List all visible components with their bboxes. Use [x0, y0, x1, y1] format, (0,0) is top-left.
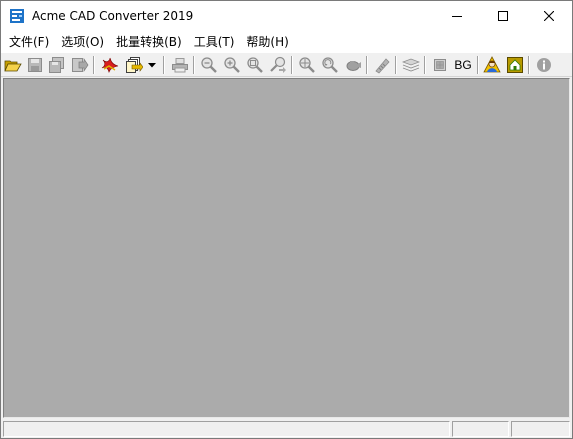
zoom-out-button[interactable] — [199, 55, 219, 75]
save-all-icon — [49, 57, 64, 73]
home-button[interactable] — [505, 55, 525, 75]
export-icon — [72, 57, 89, 73]
drawing-workspace[interactable] — [3, 78, 570, 418]
menu-options[interactable]: 选项(O) — [55, 32, 110, 52]
dropdown-arrow-icon — [148, 62, 156, 67]
batch-convert-icon — [126, 57, 143, 73]
toolbar-separator — [424, 56, 426, 74]
zoom-extents-button[interactable] — [297, 55, 317, 75]
measure-icon — [375, 58, 390, 74]
convert-button[interactable] — [100, 55, 120, 75]
bg-label: BG — [454, 58, 472, 72]
user-guide-icon — [483, 56, 501, 73]
save-button[interactable] — [25, 55, 45, 75]
zoom-out-icon — [201, 57, 217, 73]
print-button[interactable] — [170, 55, 190, 75]
toolbar-separator — [163, 56, 165, 74]
toolbar: BG — [1, 53, 572, 77]
home-icon — [507, 57, 523, 73]
menu-help[interactable]: 帮助(H) — [240, 32, 294, 52]
status-bar — [1, 419, 572, 438]
app-window: Acme CAD Converter 2019 文件(F) 选项(O) 批量转换… — [0, 0, 573, 439]
zoom-window-button[interactable] — [245, 55, 265, 75]
toolbar-separator — [395, 56, 397, 74]
pan-icon — [346, 61, 361, 71]
background-color-icon — [434, 59, 446, 71]
toolbar-separator — [528, 56, 530, 74]
zoom-previous-button[interactable] — [320, 55, 340, 75]
zoom-window-icon — [247, 57, 263, 73]
zoom-extents-icon — [299, 57, 315, 73]
toolbar-separator — [477, 56, 479, 74]
open-folder-icon — [4, 60, 22, 72]
toolbar-separator — [193, 56, 195, 74]
zoom-in-button[interactable] — [222, 55, 242, 75]
zoom-realtime-button[interactable] — [268, 55, 288, 75]
export-button[interactable] — [70, 55, 90, 75]
toolbar-separator — [93, 56, 95, 74]
toolbar-separator — [366, 56, 368, 74]
app-icon[interactable] — [9, 8, 25, 24]
menu-batch-convert[interactable]: 批量转换(B) — [110, 32, 188, 52]
menu-tools[interactable]: 工具(T) — [188, 32, 241, 52]
zoom-in-icon — [224, 57, 240, 73]
background-color-button[interactable] — [430, 55, 450, 75]
maximize-button[interactable] — [480, 1, 526, 31]
status-pane-3 — [511, 421, 570, 437]
status-pane-2 — [452, 421, 509, 437]
measure-button[interactable] — [372, 55, 392, 75]
close-icon — [544, 11, 554, 21]
batch-convert-button[interactable] — [124, 55, 144, 75]
menu-bar: 文件(F) 选项(O) 批量转换(B) 工具(T) 帮助(H) — [1, 31, 572, 53]
open-button[interactable] — [3, 55, 23, 75]
status-pane-main — [3, 421, 450, 437]
print-icon — [172, 58, 188, 73]
batch-convert-dropdown[interactable] — [145, 55, 159, 75]
about-icon — [537, 58, 551, 72]
save-all-button[interactable] — [47, 55, 67, 75]
menu-file[interactable]: 文件(F) — [3, 32, 55, 52]
toolbar-separator — [291, 56, 293, 74]
about-button[interactable] — [534, 55, 554, 75]
save-icon — [28, 58, 42, 72]
minimize-button[interactable] — [434, 1, 480, 31]
pan-button[interactable] — [343, 55, 363, 75]
minimize-icon — [452, 16, 462, 17]
zoom-previous-icon — [322, 57, 338, 73]
bg-toggle-button[interactable]: BG — [451, 55, 475, 75]
close-button[interactable] — [526, 1, 572, 31]
window-title: Acme CAD Converter 2019 — [32, 9, 194, 23]
convert-pdf-icon — [101, 57, 119, 73]
user-guide-button[interactable] — [482, 55, 502, 75]
layers-button[interactable] — [401, 55, 421, 75]
maximize-icon — [498, 11, 508, 21]
layers-icon — [402, 58, 420, 72]
title-bar[interactable]: Acme CAD Converter 2019 — [1, 1, 572, 31]
zoom-realtime-icon — [270, 56, 286, 73]
